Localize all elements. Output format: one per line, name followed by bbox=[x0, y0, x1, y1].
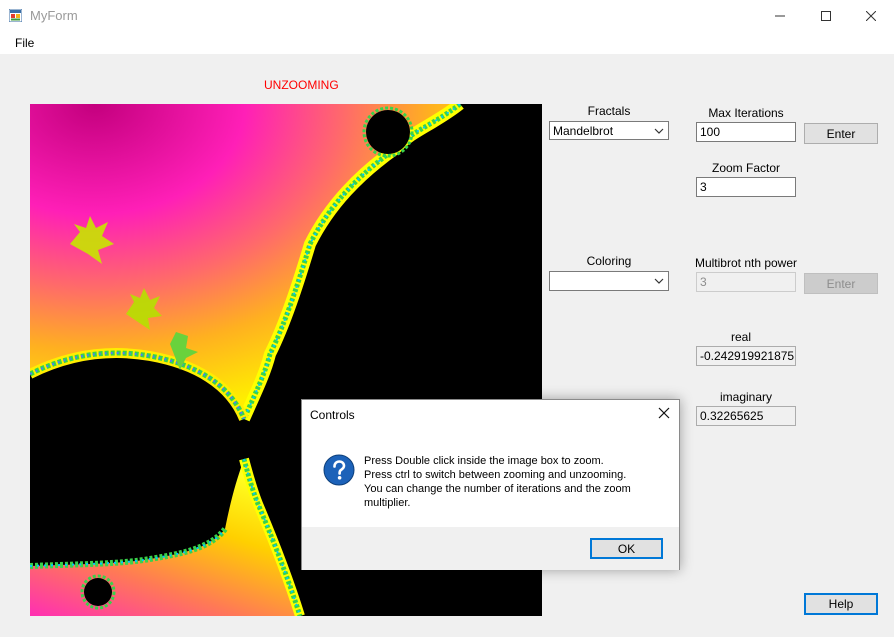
ok-button[interactable]: OK bbox=[590, 538, 663, 559]
coloring-select[interactable] bbox=[549, 271, 669, 291]
dialog-message-line: Press Double click inside the image box … bbox=[364, 455, 604, 467]
menu-bar: File bbox=[0, 31, 894, 54]
dialog-message-line: You can change the number of iterations … bbox=[364, 483, 631, 495]
max-iterations-input[interactable]: 100 bbox=[696, 122, 796, 142]
close-icon bbox=[866, 10, 876, 21]
chevron-down-icon bbox=[654, 128, 664, 134]
real-value[interactable]: -0.242919921875 bbox=[696, 346, 796, 366]
minimize-button[interactable] bbox=[757, 0, 803, 31]
chevron-down-icon bbox=[654, 278, 664, 284]
fractals-select[interactable]: Mandelbrot bbox=[549, 121, 669, 140]
zoom-factor-label: Zoom Factor bbox=[711, 161, 780, 175]
zoom-mode-label: UNZOOMING bbox=[264, 78, 339, 92]
multibrot-power-input[interactable]: 3 bbox=[696, 272, 796, 292]
maximize-button[interactable] bbox=[803, 0, 849, 31]
title-bar: MyForm bbox=[0, 0, 894, 31]
dialog-title: Controls bbox=[310, 408, 355, 422]
help-button[interactable]: Help bbox=[804, 593, 878, 615]
zoom-factor-input[interactable]: 3 bbox=[696, 177, 796, 197]
close-icon[interactable] bbox=[657, 406, 671, 420]
question-icon bbox=[323, 454, 355, 486]
max-iterations-label: Max Iterations bbox=[708, 106, 784, 120]
dialog-message-line: Press ctrl to switch between zooming and… bbox=[364, 469, 627, 481]
dialog-message: Press Double click inside the image box … bbox=[364, 454, 664, 510]
maximize-icon bbox=[821, 10, 831, 21]
coloring-label: Coloring bbox=[586, 254, 632, 268]
dialog-footer: OK bbox=[302, 527, 679, 570]
max-iterations-enter-button[interactable]: Enter bbox=[804, 123, 878, 144]
menu-file[interactable]: File bbox=[15, 36, 34, 50]
real-label: real bbox=[730, 330, 751, 344]
fractals-select-value: Mandelbrot bbox=[553, 124, 614, 138]
window-title: MyForm bbox=[30, 8, 78, 23]
imaginary-label: imaginary bbox=[719, 390, 773, 404]
multibrot-label: Multibrot nth power bbox=[694, 256, 798, 270]
controls-dialog: Controls Press Double click inside the i… bbox=[301, 399, 680, 570]
imaginary-value[interactable]: 0.32265625 bbox=[696, 406, 796, 426]
dialog-message-line: multiplier. bbox=[364, 497, 411, 509]
multibrot-enter-button[interactable]: Enter bbox=[804, 273, 878, 294]
minimize-icon bbox=[775, 15, 785, 16]
app-icon bbox=[9, 9, 22, 22]
close-button[interactable] bbox=[848, 0, 894, 31]
fractals-label: Fractals bbox=[587, 104, 631, 118]
